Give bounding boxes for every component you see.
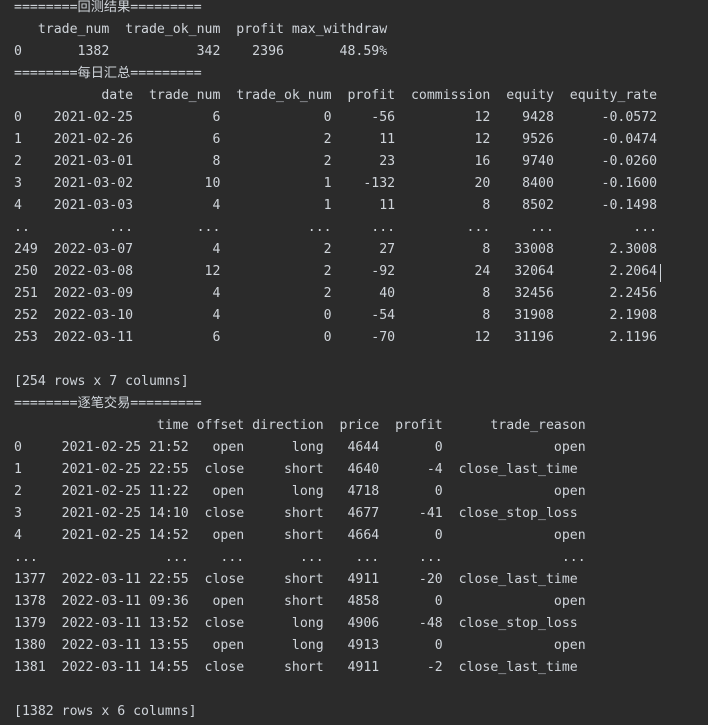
trade-row: 4 2021-02-25 14:52 open short 4664 0 ope… bbox=[14, 528, 586, 543]
trade-row: 1379 2022-03-11 13:52 close long 4906 -4… bbox=[14, 616, 578, 631]
daily-row: 251 2022-03-09 4 2 40 8 32456 2.2456 bbox=[14, 286, 658, 301]
daily-ellipsis-row: .. ... ... ... ... ... ... ... bbox=[14, 220, 658, 235]
section-header-daily: ========每日汇总========= bbox=[14, 66, 202, 81]
trade-row: 0 2021-02-25 21:52 open long 4644 0 open bbox=[14, 440, 586, 455]
daily-shape-footer: [254 rows x 7 columns] bbox=[14, 374, 189, 389]
daily-row: 4 2021-03-03 4 1 11 8 8502 -0.1498 bbox=[14, 198, 658, 213]
summary-data-row: 0 1382 342 2396 48.59% bbox=[14, 44, 388, 59]
trade-row: 1378 2022-03-11 09:36 open short 4858 0 … bbox=[14, 594, 586, 609]
daily-row: 249 2022-03-07 4 2 27 8 33008 2.3008 bbox=[14, 242, 658, 257]
console-output[interactable]: ========回测结果========= trade_num trade_ok… bbox=[0, 0, 708, 725]
trades-header-row: time offset direction price profit trade… bbox=[14, 418, 586, 433]
section-header-backtest: ========回测结果========= bbox=[14, 0, 202, 15]
text-cursor bbox=[660, 264, 661, 282]
daily-row: 1 2021-02-26 6 2 11 12 9526 -0.0474 bbox=[14, 132, 658, 147]
daily-row: 2 2021-03-01 8 2 23 16 9740 -0.0260 bbox=[14, 154, 658, 169]
trades-shape-footer: [1382 rows x 6 columns] bbox=[14, 704, 197, 719]
daily-row: 253 2022-03-11 6 0 -70 12 31196 2.1196 bbox=[14, 330, 658, 345]
daily-row: 3 2021-03-02 10 1 -132 20 8400 -0.1600 bbox=[14, 176, 658, 191]
trade-row: 1381 2022-03-11 14:55 close short 4911 -… bbox=[14, 660, 578, 675]
section-header-trades: ========逐笔交易========= bbox=[14, 396, 202, 411]
daily-row: 0 2021-02-25 6 0 -56 12 9428 -0.0572 bbox=[14, 110, 658, 125]
trade-row: 1380 2022-03-11 13:55 open long 4913 0 o… bbox=[14, 638, 586, 653]
daily-header-row: date trade_num trade_ok_num profit commi… bbox=[14, 88, 658, 103]
trades-ellipsis-row: ... ... ... ... ... ... ... bbox=[14, 550, 586, 565]
trade-row: 1 2021-02-25 22:55 close short 4640 -4 c… bbox=[14, 462, 578, 477]
summary-header-row: trade_num trade_ok_num profit max_withdr… bbox=[14, 22, 388, 37]
trade-row: 1377 2022-03-11 22:55 close short 4911 -… bbox=[14, 572, 578, 587]
daily-row: 250 2022-03-08 12 2 -92 24 32064 2.2064 bbox=[14, 264, 658, 279]
trade-row: 2 2021-02-25 11:22 open long 4718 0 open bbox=[14, 484, 586, 499]
daily-row: 252 2022-03-10 4 0 -54 8 31908 2.1908 bbox=[14, 308, 658, 323]
trade-row: 3 2021-02-25 14:10 close short 4677 -41 … bbox=[14, 506, 578, 521]
